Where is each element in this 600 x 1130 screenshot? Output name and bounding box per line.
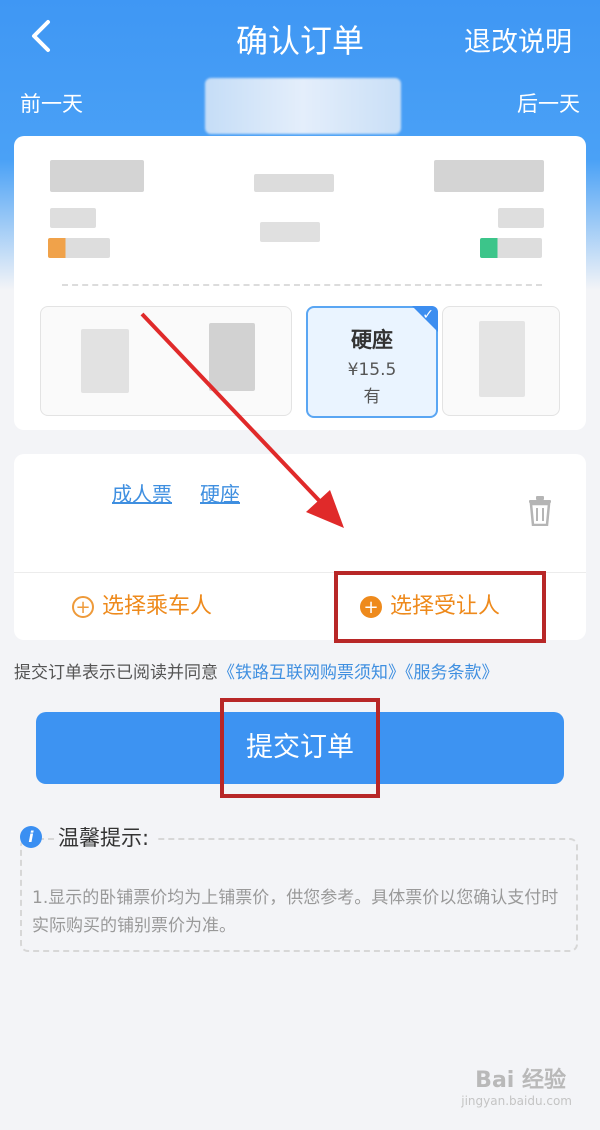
watermark-url: jingyan.baidu.com xyxy=(461,1094,572,1108)
watermark-logo: Bai 经验 xyxy=(475,1068,566,1093)
annotation-arrow xyxy=(140,312,344,528)
annotation-box-submit xyxy=(220,698,380,798)
annotation-box-beneficiary xyxy=(334,571,546,643)
